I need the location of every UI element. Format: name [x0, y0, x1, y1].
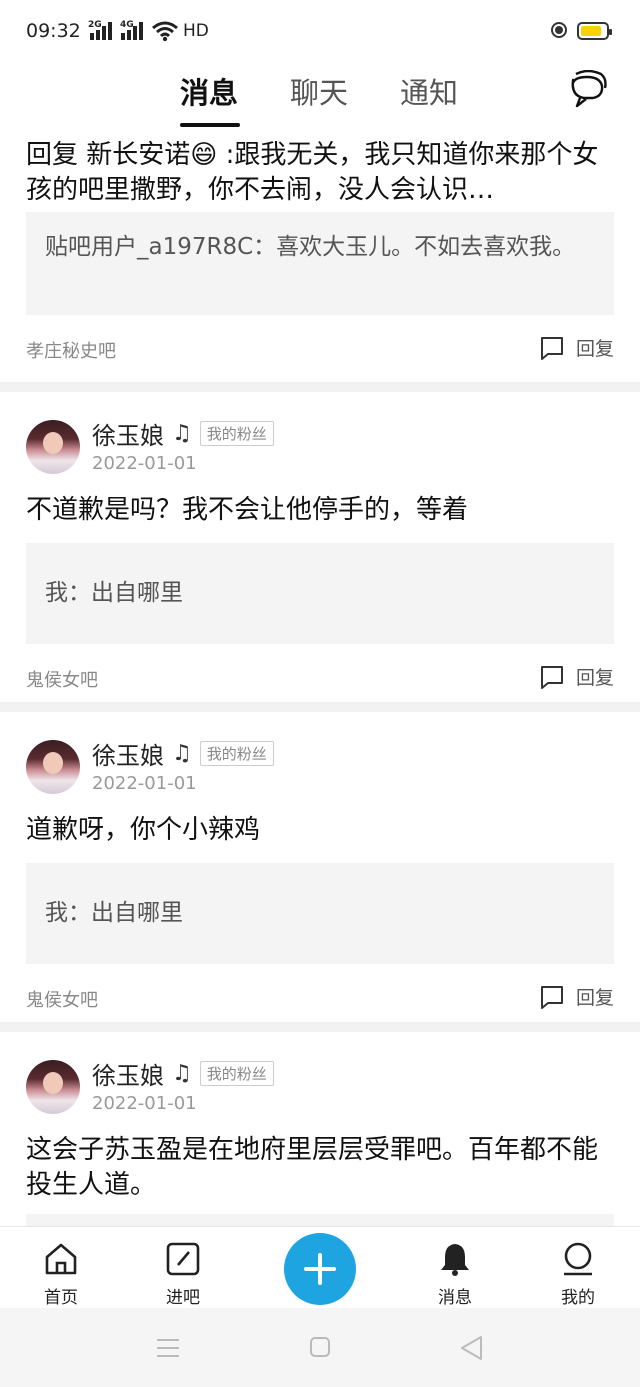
quoted-post[interactable]: 我：出自哪里 — [26, 543, 614, 644]
post-text: 这会子苏玉盈是在地府里层层受罪吧。百年都不能投生人道。 — [26, 1135, 599, 1200]
fan-badge: 我的粉丝 — [199, 421, 274, 446]
bottom-nav: 首页 进吧 消息 我的 — [0, 1226, 640, 1309]
reply-card[interactable]: 回复 新长安诺😄 :跟我无关，我只知道你来那个女孩的吧里撒野，你不去闹，没人会认… — [0, 128, 640, 382]
comment-icon — [540, 336, 563, 360]
quoted-post[interactable]: 贴吧用户_a197R8C：喜欢大玉儿。不如去喜欢我。 — [26, 212, 614, 315]
nav-home[interactable]: 首页 — [21, 1227, 101, 1309]
username[interactable]: 徐玉娘 — [92, 736, 164, 771]
home-icon — [45, 1243, 77, 1275]
status-time: 09:32 — [26, 20, 81, 42]
reply-label: 回复 — [575, 667, 614, 689]
nav-me-label: 我的 — [561, 1288, 595, 1308]
home-square-icon[interactable] — [309, 1336, 331, 1358]
dnd-icon — [551, 22, 567, 38]
message-feed[interactable]: 回复 新长安诺😄 :跟我无关，我只知道你来那个女孩的吧里撒野，你不去闹，没人会认… — [0, 128, 640, 1226]
post-card[interactable]: 徐玉娘 ♫ 我的粉丝 2022-01-01 道歉呀，你个小辣鸡 我：出自哪里 鬼… — [0, 712, 640, 1022]
wifi-icon — [152, 21, 178, 42]
post-text: 道歉呀，你个小辣鸡 — [26, 815, 261, 845]
back-icon[interactable] — [459, 1335, 483, 1361]
bell-icon — [441, 1244, 469, 1276]
profile-icon — [564, 1242, 592, 1276]
username[interactable]: 徐玉娘 — [92, 416, 164, 451]
add-post-button[interactable] — [284, 1233, 356, 1305]
reply-label: 回复 — [575, 987, 614, 1009]
post-date: 2022-01-01 — [92, 453, 197, 474]
nav-enter-forum[interactable]: 进吧 — [143, 1227, 223, 1309]
username[interactable]: 徐玉娘 — [92, 1056, 164, 1091]
active-tab-indicator — [180, 123, 240, 127]
nav-messages-label: 消息 — [438, 1288, 472, 1308]
tab-messages[interactable]: 消息 — [180, 70, 238, 112]
reply-text: 回复 新长安诺😄 :跟我无关，我只知道你来那个女孩的吧里撒野，你不去闹，没人会认… — [26, 140, 599, 205]
system-nav-bar — [0, 1308, 640, 1387]
reply-button[interactable]: 回复 — [540, 663, 614, 690]
status-bar: 09:32 2G 4G HD — [0, 0, 640, 62]
battery-icon — [577, 22, 612, 40]
post-text: 不道歉是吗？我不会让他停手的，等着 — [26, 495, 469, 525]
post-date: 2022-01-01 — [92, 1093, 197, 1114]
top-tab-bar: 消息 聊天 通知 — [0, 62, 640, 128]
edit-box-icon — [166, 1242, 200, 1276]
music-note-icon: ♫ — [172, 741, 192, 766]
forum-name[interactable]: 鬼侯女吧 — [26, 666, 98, 692]
reply-button[interactable]: 回复 — [540, 334, 614, 361]
hd-label: HD — [183, 21, 209, 41]
tab-notifications[interactable]: 通知 — [400, 70, 458, 112]
fan-badge: 我的粉丝 — [199, 741, 274, 766]
music-note-icon: ♫ — [172, 1061, 192, 1086]
fan-badge: 我的粉丝 — [199, 1061, 274, 1086]
chat-bubbles-icon[interactable] — [568, 70, 608, 108]
post-card[interactable]: 徐玉娘 ♫ 我的粉丝 2022-01-01 不道歉是吗？我不会让他停手的，等着 … — [0, 392, 640, 702]
quoted-post[interactable]: 我：出自哪里 — [26, 863, 614, 964]
post-date: 2022-01-01 — [92, 773, 197, 794]
reply-button[interactable]: 回复 — [540, 983, 614, 1010]
post-card[interactable]: 徐玉娘 ♫ 我的粉丝 2022-01-01 这会子苏玉盈是在地府里层层受罪吧。百… — [0, 1032, 640, 1226]
music-note-icon: ♫ — [172, 421, 192, 446]
signal-icon — [90, 22, 118, 40]
menu-icon[interactable] — [156, 1338, 180, 1358]
forum-name[interactable]: 鬼侯女吧 — [26, 986, 98, 1012]
nav-home-label: 首页 — [44, 1288, 78, 1308]
nav-me[interactable]: 我的 — [538, 1227, 618, 1309]
avatar[interactable] — [26, 420, 80, 474]
quoted-post[interactable] — [26, 1214, 614, 1226]
comment-icon — [540, 665, 563, 689]
nav-messages[interactable]: 消息 — [415, 1227, 495, 1309]
reply-label: 回复 — [575, 338, 614, 360]
forum-name[interactable]: 孝庄秘史吧 — [26, 337, 116, 363]
avatar[interactable] — [26, 740, 80, 794]
tab-chat[interactable]: 聊天 — [290, 70, 348, 112]
comment-icon — [540, 985, 563, 1009]
nav-enter-forum-label: 进吧 — [166, 1288, 200, 1308]
avatar[interactable] — [26, 1060, 80, 1114]
signal-icon — [121, 22, 149, 40]
